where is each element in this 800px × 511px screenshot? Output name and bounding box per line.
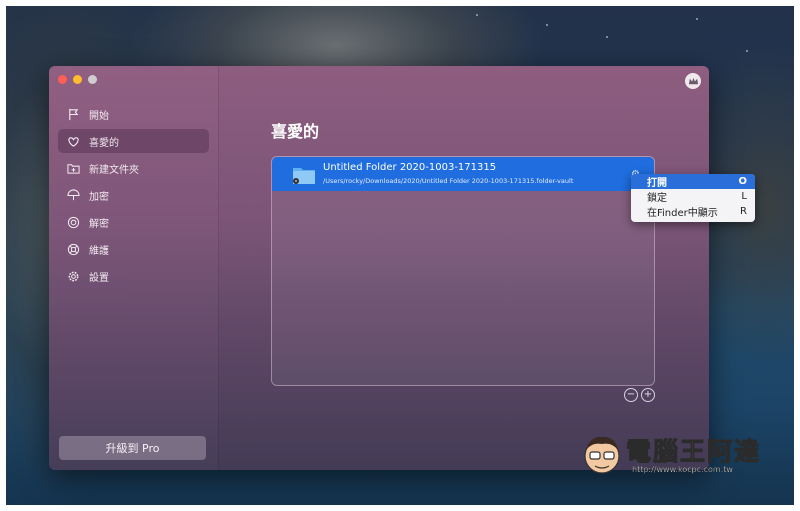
sidebar-item-label: 維護 <box>89 245 109 257</box>
list-controls: − + <box>624 388 655 402</box>
menu-item-open[interactable]: 打開 O <box>631 174 755 189</box>
sidebar-item-settings[interactable]: 設置 <box>58 264 209 288</box>
menu-item-shortcut: R <box>740 206 747 217</box>
sidebar-item-label: 加密 <box>89 191 109 203</box>
sidebar-nav: 開始 喜愛的 新建文件夾 加密 解密 維護 設置 <box>58 102 209 291</box>
sidebar-item-start[interactable]: 開始 <box>58 102 209 126</box>
menu-item-label: 在Finder中顯示 <box>647 208 718 219</box>
sidebar-item-favorites[interactable]: 喜愛的 <box>58 129 209 153</box>
context-menu: 打開 O 鎖定 L 在Finder中顯示 R <box>631 174 755 222</box>
umbrella-icon <box>66 188 80 202</box>
sidebar: 開始 喜愛的 新建文件夾 加密 解密 維護 設置 升級到 Pro <box>49 66 219 470</box>
app-window: 開始 喜愛的 新建文件夾 加密 解密 維護 設置 升級到 Pro 喜愛的 Unt… <box>49 66 709 470</box>
watermark-text: 電腦王阿達 <box>625 437 762 467</box>
menu-item-lock[interactable]: 鎖定 L <box>631 189 755 204</box>
mascot-face-icon <box>584 436 620 474</box>
upgrade-pro-button[interactable]: 升級到 Pro <box>59 436 206 460</box>
menu-item-label: 打開 <box>647 178 667 189</box>
menu-item-shortcut: O <box>738 176 747 187</box>
menu-item-shortcut: L <box>741 191 747 202</box>
remove-favorite-button[interactable]: − <box>624 388 638 402</box>
sidebar-item-label: 新建文件夾 <box>89 164 139 176</box>
watermark: 電腦王阿達 http://www.kocpc.com.tw <box>582 430 782 480</box>
flag-icon <box>66 107 80 121</box>
zoom-window-button[interactable] <box>88 75 97 84</box>
sidebar-item-label: 解密 <box>89 218 109 230</box>
favorite-name: Untitled Folder 2020-1003-171315 <box>323 162 497 173</box>
menu-item-label: 鎖定 <box>647 193 667 204</box>
unlock-dial-icon <box>66 215 80 229</box>
menu-item-show-in-finder[interactable]: 在Finder中顯示 R <box>631 204 755 219</box>
page-title: 喜愛的 <box>271 122 320 141</box>
sidebar-item-encrypt[interactable]: 加密 <box>58 183 209 207</box>
new-folder-icon <box>66 161 80 175</box>
sidebar-item-decrypt[interactable]: 解密 <box>58 210 209 234</box>
favorites-list[interactable]: Untitled Folder 2020-1003-171315 /Users/… <box>271 156 655 386</box>
sidebar-item-label: 設置 <box>89 272 109 284</box>
gear-icon <box>66 269 80 283</box>
watermark-url: http://www.kocpc.com.tw <box>632 465 733 474</box>
sidebar-item-new-folder[interactable]: 新建文件夾 <box>58 156 209 180</box>
sidebar-item-label: 喜愛的 <box>89 137 119 149</box>
crown-icon[interactable] <box>685 73 701 89</box>
list-item[interactable]: Untitled Folder 2020-1003-171315 /Users/… <box>272 157 654 191</box>
close-window-button[interactable] <box>58 75 67 84</box>
sidebar-item-maintenance[interactable]: 維護 <box>58 237 209 261</box>
heart-icon <box>66 134 80 148</box>
lifebuoy-icon <box>66 242 80 256</box>
minimize-window-button[interactable] <box>73 75 82 84</box>
folder-icon <box>292 165 316 185</box>
sidebar-item-label: 開始 <box>89 110 109 122</box>
favorite-path: /Users/rocky/Downloads/2020/Untitled Fol… <box>323 177 574 185</box>
add-favorite-button[interactable]: + <box>641 388 655 402</box>
